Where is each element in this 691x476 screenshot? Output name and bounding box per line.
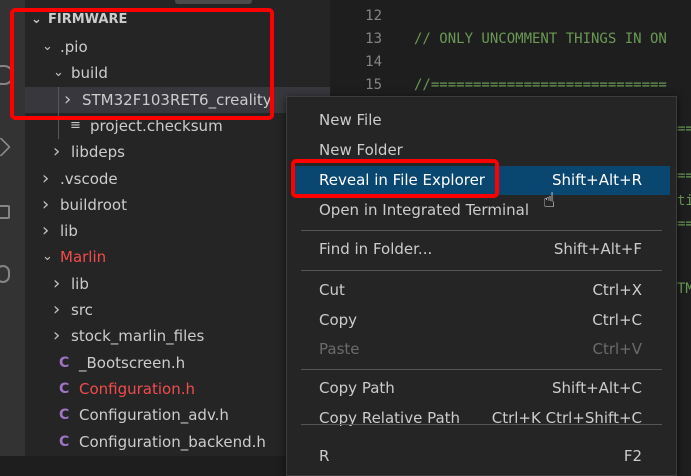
menu-item[interactable]: Cut Ctrl+X [291,276,670,305]
tree-item-label: lib [60,222,78,241]
code-fragment: == [677,216,691,232]
code-fragment: TM [677,281,691,297]
c-file-icon: C [59,354,70,371]
tree-item[interactable]: › src [25,297,330,323]
tree-item[interactable]: C Configuration_backend.h [25,429,330,455]
tree-item[interactable]: C _Bootscreen.h [25,350,330,376]
menu-separator [301,369,662,370]
menu-item[interactable]: Open in Integrated Terminal [291,196,670,225]
tree-item-label: Configuration_adv.h [79,406,229,425]
tree-item[interactable]: › lib [25,218,330,244]
annotation-box [291,159,499,198]
tree-item-label: .vscode [60,169,118,188]
menu-item[interactable]: Copy Path Shift+Alt+C [291,374,670,403]
menu-item[interactable]: R F2 [291,442,670,471]
tree-item[interactable]: › .vscode [25,166,330,192]
tree-item-label: _Bootscreen.h [79,353,186,372]
annotation-box [10,8,274,120]
code-fragment: ti [677,193,691,209]
menu-item[interactable]: Copy Relative Path Ctrl+K Ctrl+Shift+C [291,404,670,433]
menu-item[interactable]: Copy Ctrl+C [291,306,670,335]
menu-item-label: Find in Folder... [319,240,433,258]
menu-item-label: Open in Integrated Terminal [319,201,529,219]
menu-item-shortcut: Ctrl+K Ctrl+Shift+C [491,409,642,427]
code-fragment: == [677,168,691,184]
extensions-icon[interactable] [0,205,10,219]
tree-item[interactable]: › buildroot [25,192,330,218]
menu-item[interactable]: Find in Folder... Shift+Alt+F [291,235,670,264]
tree-item-label: src [71,301,93,319]
c-file-icon: C [59,407,70,424]
menu-item-shortcut: Ctrl+X [592,281,642,299]
tree-item[interactable]: › lib [25,271,330,297]
line-number: 14 [365,54,382,70]
c-file-icon: C [59,433,70,450]
chevron-right-icon: › [53,272,61,294]
context-menu: New File New Folder Reveal in File Explore… [286,96,677,476]
tree-item-label: Marlin [60,248,107,267]
tree-item-label: libdeps [71,143,125,162]
menu-item-label: Copy Path [319,379,395,397]
menu-item: Paste Ctrl+V [291,335,670,364]
menu-item-shortcut: Shift+Alt+C [551,379,642,397]
menu-item-label: Copy [319,311,358,329]
menu-item-label: Cut [319,281,345,299]
platformio-icon[interactable] [0,265,10,283]
line-number: 13 [365,31,382,47]
tree-item[interactable]: ⌄ Marlin [25,244,330,270]
code-line: //============================ [414,77,667,93]
menu-separator [301,230,662,231]
chevron-right-icon: › [42,220,50,242]
menu-separator [301,424,662,425]
tree-item[interactable]: C Configuration_adv.h [25,402,330,428]
code-line: // ONLY UNCOMMENT THINGS IN ON [414,31,667,47]
tree-item-label: Configuration_backend.h [79,432,266,451]
menu-item-shortcut: Shift+Alt+F [553,240,642,258]
menu-item-label: Paste [319,340,360,358]
menu-item-label: New File [319,111,382,129]
run-debug-icon[interactable] [0,137,11,157]
menu-separator [301,270,662,271]
line-number: 15 [365,77,382,93]
menu-item-shortcut: Ctrl+C [592,311,642,329]
chevron-down-icon: ⌄ [42,249,53,265]
tree-item-label: buildroot [60,195,127,214]
c-file-icon: C [59,380,70,397]
hand-cursor-icon: ☝ [543,188,556,212]
chevron-right-icon: › [42,167,50,189]
menu-item-shortcut: Shift+Alt+R [552,171,642,189]
menu-item-label: R [319,447,330,465]
menu-item-shortcut: F2 [623,447,642,465]
menu-item-label: Copy Relative Path [319,409,461,427]
menu-item-shortcut: Ctrl+V [592,340,642,358]
tree-item-label: stock_marlin_files [71,327,205,346]
code-fragment: == [677,121,691,137]
tree-item[interactable]: › libdeps [25,139,330,165]
tree-item-label: Configuration.h [79,379,196,398]
tree-item[interactable]: › stock_marlin_files [25,323,330,349]
menu-item[interactable]: New File [291,106,670,135]
chevron-right-icon: › [53,299,61,320]
chevron-right-icon: › [42,193,50,215]
chevron-right-icon: › [53,141,61,163]
scrollbar[interactable] [175,0,252,4]
tree-item[interactable]: C Configuration.h [25,376,330,402]
chevron-right-icon: › [53,325,61,347]
tree-item-label: lib [71,274,89,293]
line-number: 12 [365,8,382,24]
